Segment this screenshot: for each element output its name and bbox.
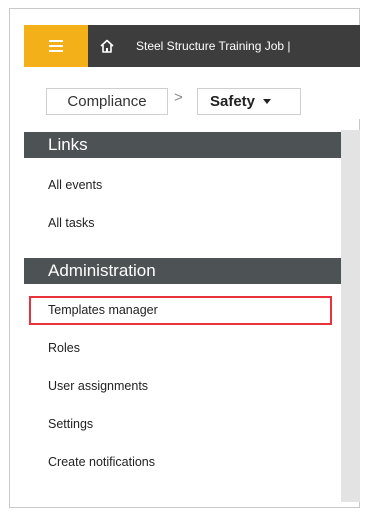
nav-item-roles[interactable]: Roles — [24, 335, 341, 361]
sidebar: Links All events All tasks Administratio… — [24, 130, 341, 502]
job-title[interactable]: Steel Structure Training Job | — [126, 39, 360, 53]
breadcrumb-safety-label: Safety — [210, 93, 256, 110]
top-bar: Steel Structure Training Job | — [24, 25, 360, 67]
nav-item-settings[interactable]: Settings — [24, 411, 341, 437]
hamburger-menu-icon — [49, 40, 63, 52]
breadcrumb-separator: > — [174, 89, 183, 106]
menu-button[interactable] — [24, 25, 88, 67]
home-icon — [100, 39, 114, 53]
content-scroll-strip — [341, 130, 360, 502]
links-header: Links — [24, 132, 341, 158]
breadcrumb-safety-dropdown[interactable]: Safety — [197, 88, 301, 115]
nav-item-all-events[interactable]: All events — [24, 172, 341, 198]
home-button[interactable] — [88, 25, 126, 67]
nav-item-user-assignments[interactable]: User assignments — [24, 373, 341, 399]
caret-down-icon — [263, 99, 272, 104]
nav-item-templates-manager[interactable]: Templates manager — [24, 297, 341, 323]
administration-header: Administration — [24, 258, 341, 284]
nav-item-all-tasks[interactable]: All tasks — [24, 210, 341, 236]
breadcrumb: Compliance > Safety — [24, 67, 360, 119]
breadcrumb-compliance[interactable]: Compliance — [46, 88, 168, 115]
nav-item-create-notifications[interactable]: Create notifications — [24, 449, 341, 475]
